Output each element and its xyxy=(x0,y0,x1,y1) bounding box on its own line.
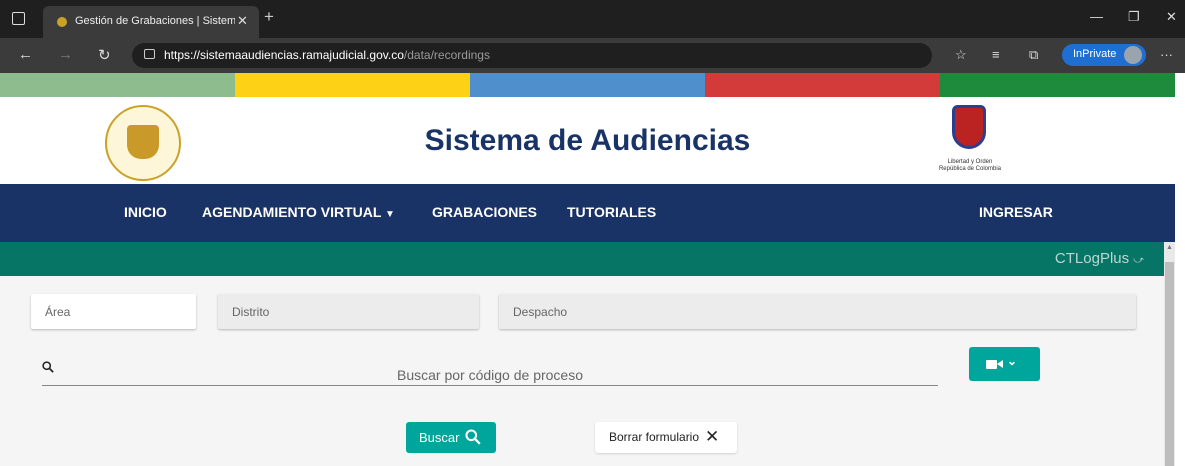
address-bar[interactable]: https://sistemaaudiencias.ramajudicial.g… xyxy=(132,43,932,68)
collections-icon[interactable]: ⧉ xyxy=(1029,47,1038,63)
video-camera-icon xyxy=(986,360,997,369)
distrito-select[interactable]: Distrito xyxy=(218,294,479,329)
main-navbar: INICIO AGENDAMIENTO VIRTUAL ▼ GRABACIONE… xyxy=(0,184,1175,242)
tab-title: Gestión de Grabaciones | Sistema de Audi… xyxy=(75,15,235,27)
search-input[interactable]: Buscar por código de proceso xyxy=(42,361,938,386)
nav-ingresar[interactable]: INGRESAR xyxy=(979,204,1053,220)
browser-tab-strip: Gestión de Grabaciones | Sistema de Audi… xyxy=(0,0,1185,38)
minimize-icon[interactable]: — xyxy=(1090,9,1103,24)
favorites-icon[interactable]: ≡ xyxy=(992,47,1000,62)
right-gutter xyxy=(1175,73,1185,466)
ctlogplus-text: CTLogPlus xyxy=(1054,250,1130,267)
buscar-button[interactable]: Buscar xyxy=(406,422,496,453)
color-band-2 xyxy=(235,73,470,97)
ctlogplus-logo: CTLogPlus ⤻ xyxy=(1055,250,1144,267)
search-placeholder: Buscar por código de proceso xyxy=(397,367,583,383)
recording-type-dropdown[interactable]: ⌄ xyxy=(969,347,1040,381)
more-icon[interactable]: ··· xyxy=(1160,47,1173,62)
chevron-down-icon: ⌄ xyxy=(1007,354,1018,368)
borrar-label: Borrar formulario xyxy=(609,430,700,444)
page-scrollbar[interactable]: ▲ xyxy=(1164,242,1175,466)
video-camera-lens xyxy=(997,360,1003,368)
nav-inicio[interactable]: INICIO xyxy=(124,204,167,220)
forward-icon[interactable]: → xyxy=(58,46,73,63)
inprivate-button[interactable]: InPrivate xyxy=(1062,44,1146,66)
url-host: https://sistemaaudiencias.ramajudicial.g… xyxy=(164,48,404,62)
borrar-formulario-button[interactable]: Borrar formulario ✕ xyxy=(595,422,737,453)
lock-icon xyxy=(144,49,155,59)
colombia-coat-of-arms-icon: Libertad y Orden República de Colombia xyxy=(938,103,1002,173)
scrollbar-thumb[interactable] xyxy=(1165,262,1174,466)
color-band-3 xyxy=(470,73,705,97)
search-button-icon xyxy=(465,429,481,450)
tab-close-icon[interactable]: ✕ xyxy=(237,13,248,29)
browser-tab[interactable]: Gestión de Grabaciones | Sistema de Audi… xyxy=(43,6,259,38)
nav-tutoriales[interactable]: TUTORIALES xyxy=(567,204,656,220)
window-icon[interactable] xyxy=(12,12,25,25)
url-path: /data/recordings xyxy=(403,48,490,62)
despacho-select[interactable]: Despacho xyxy=(499,294,1136,329)
favorite-add-icon[interactable]: ☆ xyxy=(955,47,967,63)
color-band-4 xyxy=(705,73,940,97)
tab-favicon-icon xyxy=(57,17,67,27)
browser-toolbar: ← → ↻ https://sistemaaudiencias.ramajudi… xyxy=(0,38,1185,73)
coat-of-arms-country: República de Colombia xyxy=(938,166,1002,172)
brand-bar: CTLogPlus ⤻ xyxy=(0,242,1164,276)
window-close-icon[interactable]: ✕ xyxy=(1166,9,1177,25)
avatar xyxy=(1124,46,1142,64)
distrito-label: Distrito xyxy=(232,305,270,319)
coat-of-arms-motto: Libertad y Orden xyxy=(947,159,993,165)
flag-color-bar xyxy=(0,73,1175,97)
nav-agendamiento-virtual[interactable]: AGENDAMIENTO VIRTUAL ▼ xyxy=(202,204,395,220)
url-text: https://sistemaaudiencias.ramajudicial.g… xyxy=(164,48,490,62)
ctlog-mark-icon: ⤻ xyxy=(1133,255,1144,266)
coat-of-arms-shield xyxy=(952,105,986,149)
nav-grabaciones[interactable]: GRABACIONES xyxy=(432,204,537,220)
area-select[interactable]: Área xyxy=(31,294,196,329)
caret-down-icon: ▼ xyxy=(385,209,395,220)
scroll-up-icon[interactable]: ▲ xyxy=(1166,244,1173,251)
area-label: Área xyxy=(45,305,71,319)
color-band-5 xyxy=(940,73,1175,97)
nav-agendamiento-label: AGENDAMIENTO VIRTUAL xyxy=(202,204,382,220)
color-band-1 xyxy=(0,73,235,97)
refresh-icon[interactable]: ↻ xyxy=(98,46,111,64)
search-form: Área Distrito Despacho Buscar por código… xyxy=(0,276,1164,466)
new-tab-icon[interactable]: + xyxy=(264,7,274,27)
buscar-label: Buscar xyxy=(419,430,460,445)
back-icon[interactable]: ← xyxy=(18,46,33,63)
despacho-label: Despacho xyxy=(513,305,568,319)
restore-icon[interactable]: ❐ xyxy=(1128,9,1140,25)
inprivate-label: InPrivate xyxy=(1073,48,1117,60)
site-header: Sistema de Audiencias Libertad y Orden R… xyxy=(0,97,1175,184)
close-icon: ✕ xyxy=(705,427,720,446)
